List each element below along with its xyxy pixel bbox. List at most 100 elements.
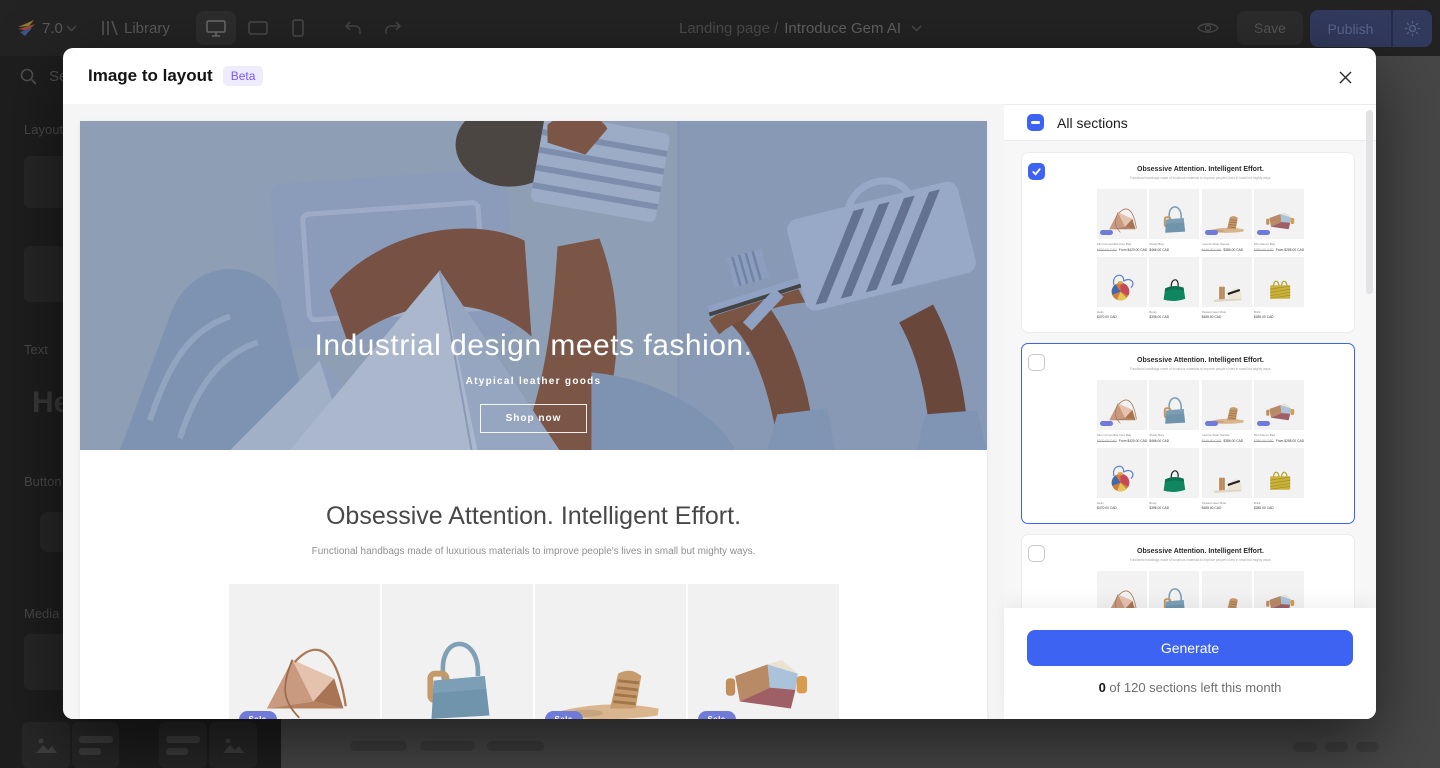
quota-text: 0 of 120 sections left this month [1027,680,1353,695]
sidebar-group-media: Media [24,606,59,621]
mini-product-tile: Shelly Bag$466.00 CAD [1149,189,1199,252]
hero-subtitle: Atypical leather goods [80,376,987,387]
scrollbar-thumb[interactable] [1366,110,1373,294]
device-phone-button[interactable] [278,11,318,45]
mini-product-tile: Betsy$396.00 CAD [1149,257,1199,320]
section-checkbox[interactable] [1028,354,1045,371]
mini-product-tile: Mini Convertible Flex Bag$520.00 CADFrom… [1097,571,1147,608]
sections-list[interactable]: Obsessive Attention. Intelligent Effort.… [1021,142,1355,608]
mini-product-tile: Brick$285.00 CAD [1254,448,1304,511]
sidebar-group-layout: Layout [24,122,63,137]
section-title: Obsessive Attention. Intelligent Effort. [80,502,987,531]
mini-product-tile: Mini Naomi Bag$350.00 CADFrom $285.00 CA… [1254,380,1304,443]
beta-badge: Beta [223,66,264,86]
product-tile: Sale [535,584,686,719]
search-icon [20,68,37,85]
section-card[interactable]: Obsessive Attention. Intelligent Effort.… [1021,152,1355,333]
version-label[interactable]: 7.0 [42,0,63,56]
section-thumbnail: Obsessive Attention. Intelligent Effort.… [1049,535,1352,608]
sections-pane: All sections Obsessive Attention. Intell… [1004,104,1376,719]
products-section: Obsessive Attention. Intelligent Effort.… [80,450,987,719]
modal-header: Image to layout Beta [63,48,1376,104]
mini-section-subtitle: Functional handbags made of luxurious ma… [1049,176,1352,180]
media-text-preset[interactable] [159,722,207,768]
mini-product-tile: Pleated Heel Mule$485.00 CAD [1202,448,1252,511]
all-sections-label: All sections [1057,115,1128,131]
mini-product-tile: Helix$470.00 CAD [1097,448,1147,511]
canvas-placeholder [1356,742,1379,752]
mini-product-tile: Lacerta Slide Sandal$446.00 CAD$386.00 C… [1202,571,1252,608]
mini-section-subtitle: Functional handbags made of luxurious ma… [1049,367,1352,371]
section-subtitle: Functional handbags made of luxurious ma… [80,546,987,557]
generate-button[interactable]: Generate [1027,630,1353,666]
canvas-placeholder [420,741,475,751]
section-thumbnail: Obsessive Attention. Intelligent Effort.… [1049,344,1352,523]
mini-sale-badge [1257,421,1270,427]
sale-badge: Sale [239,711,277,719]
image-icon [34,735,58,755]
hero-title: Industrial design meets fashion. [80,329,987,363]
device-desktop-button[interactable] [196,11,236,45]
breadcrumb-chevron-down-icon [911,25,922,32]
section-checkbox[interactable] [1028,545,1045,562]
uploaded-site-image: Industrial design meets fashion. Atypica… [80,121,987,719]
sale-badge: Sale [545,711,583,719]
image-icon [221,735,245,755]
section-card[interactable]: Obsessive Attention. Intelligent Effort.… [1021,343,1355,524]
breadcrumb-path: Landing page / [679,20,778,37]
media-image-preset[interactable] [209,722,257,768]
section-thumbnail: Obsessive Attention. Intelligent Effort.… [1049,153,1352,332]
canvas-placeholder [487,741,544,751]
quota-count: 0 [1099,680,1106,695]
mini-product-tile: Lacerta Slide Sandal$446.00 CAD$386.00 C… [1202,189,1252,252]
sections-footer: Generate 0 of 120 sections left this mon… [1004,608,1376,719]
device-tablet-button[interactable] [238,11,278,45]
breadcrumb-current: Introduce Gem AI [784,20,901,37]
product-grid: Sale Sale Sale [229,584,839,719]
mini-product-tile: Mini Convertible Flex Bag$520.00 CADFrom… [1097,189,1147,252]
section-card[interactable]: Obsessive Attention. Intelligent Effort.… [1021,534,1355,608]
app-logo-icon [16,0,38,56]
canvas-placeholder [1293,742,1317,752]
mini-product-tile: Mini Naomi Bag$350.00 CADFrom $285.00 CA… [1254,571,1304,608]
mini-product-tile: Shelly Bag$466.00 CAD [1149,571,1199,608]
mini-sale-badge [1100,421,1113,427]
close-icon[interactable] [1336,68,1354,86]
mini-section-title: Obsessive Attention. Intelligent Effort. [1049,166,1352,173]
save-button[interactable]: Save [1237,11,1303,45]
mini-product-tile: Helix$470.00 CAD [1097,257,1147,320]
canvas-placeholder [1325,742,1348,752]
mini-sale-badge [1205,230,1218,236]
modal-title: Image to layout [88,66,213,86]
hero-image: Industrial design meets fashion. Atypica… [80,121,987,450]
mini-sale-badge [1205,421,1218,427]
product-tile [382,584,533,719]
media-text-preset[interactable] [72,722,119,768]
image-to-layout-modal: Image to layout Beta [63,48,1376,719]
shop-now-button: Shop now [480,404,588,433]
mini-product-tile: Mini Naomi Bag$350.00 CADFrom $285.00 CA… [1254,189,1304,252]
mini-product-tile: Betsy$396.00 CAD [1149,448,1199,511]
mini-section-title: Obsessive Attention. Intelligent Effort. [1049,357,1352,364]
mini-sale-badge [1100,230,1113,236]
mini-section-subtitle: Functional handbags made of luxurious ma… [1049,558,1352,562]
all-sections-checkbox[interactable] [1027,114,1044,131]
section-checkbox[interactable] [1028,163,1045,180]
sidebar-group-button: Button [24,474,62,489]
product-tile: Sale [229,584,380,719]
source-image-preview-pane: Industrial design meets fashion. Atypica… [63,104,1004,719]
publish-settings-gear-icon[interactable] [1393,10,1432,47]
media-image-preset[interactable] [22,722,70,768]
mini-sale-badge [1257,230,1270,236]
mini-section-title: Obsessive Attention. Intelligent Effort. [1049,548,1352,555]
canvas-placeholder [350,741,407,751]
product-tile: Sale [688,584,839,719]
sidebar-group-text: Text [24,342,48,357]
mini-product-tile: Pleated Heel Mule$485.00 CAD [1202,257,1252,320]
all-sections-row: All sections [1004,105,1376,141]
mini-product-tile: Brick$285.00 CAD [1254,257,1304,320]
mini-product-tile: Mini Convertible Flex Bag$520.00 CADFrom… [1097,380,1147,443]
mini-product-tile: Shelly Bag$466.00 CAD [1149,380,1199,443]
publish-button[interactable]: Publish [1310,10,1391,47]
mini-product-tile: Lacerta Slide Sandal$446.00 CAD$386.00 C… [1202,380,1252,443]
